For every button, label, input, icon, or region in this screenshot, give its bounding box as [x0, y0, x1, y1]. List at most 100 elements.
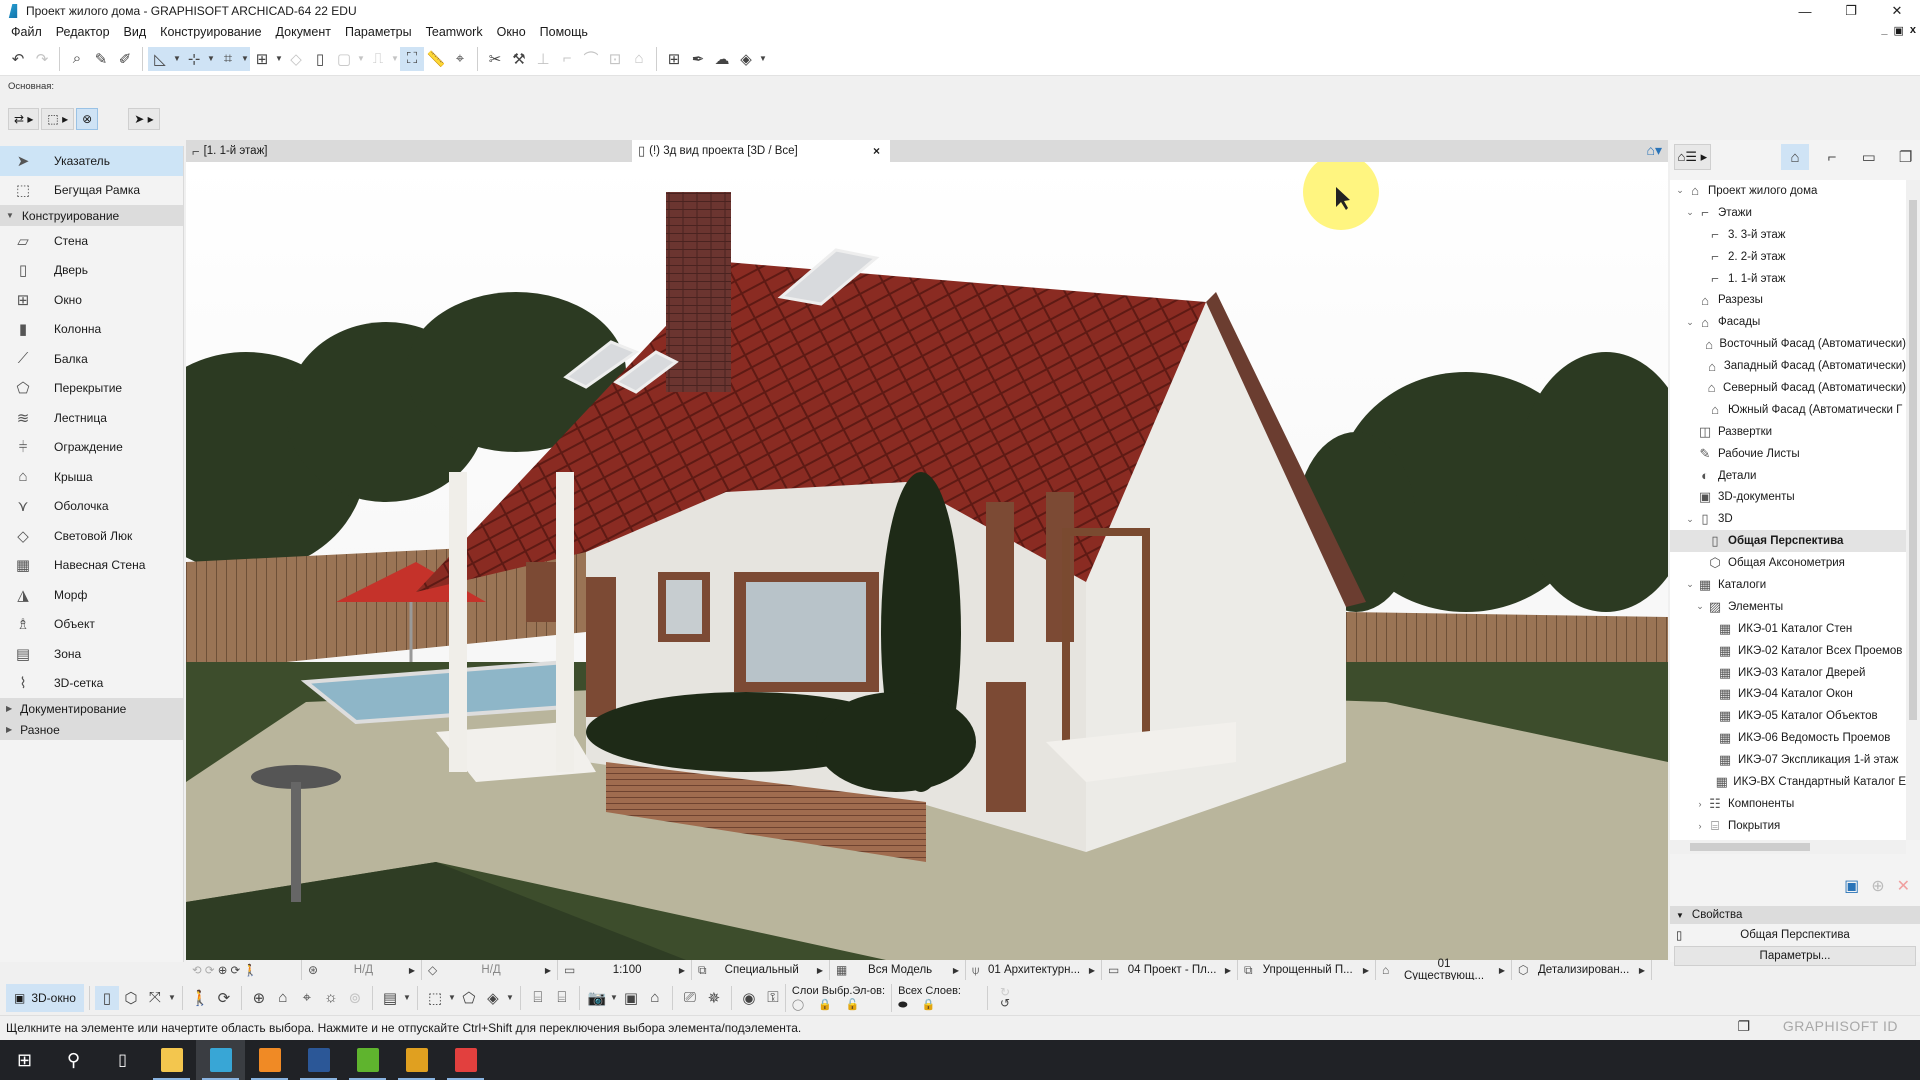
suspend-groups-icon[interactable]: ⛶	[400, 46, 424, 71]
redo-icon[interactable]: ↷	[30, 47, 54, 71]
frame-icon[interactable]: ▢	[332, 47, 356, 71]
lock-icon[interactable]: 🔓	[846, 998, 860, 1012]
3d-viewport[interactable]	[186, 162, 1668, 960]
tool-stair[interactable]: ≋ Лестница	[0, 403, 183, 433]
tool-marquee[interactable]: ⬚ Бегущая Рамка	[0, 176, 183, 206]
quick-option-zoom[interactable]: ⊛ Н/Д ▶	[302, 960, 422, 980]
tree-item[interactable]: ⌐ 3. 3-й этаж	[1670, 224, 1906, 246]
tree-item[interactable]: ⌂ Западный Фасад (Автоматически)	[1670, 355, 1906, 377]
measure-icon[interactable]: 📏	[424, 47, 448, 71]
tree-item[interactable]: ⌂ Разрезы	[1670, 289, 1906, 311]
section-design[interactable]: ▼ Конструирование	[0, 205, 183, 226]
adjust-icon[interactable]: ⚒	[507, 47, 531, 71]
walk-mode-icon[interactable]: 🚶	[188, 986, 212, 1010]
publisher-sets-icon[interactable]: ❐	[1891, 144, 1920, 170]
selection-method-button[interactable]: ⇄ ▸	[8, 108, 40, 130]
tool-morph[interactable]: ◮ Морф	[0, 580, 183, 610]
3d-navigation-icon[interactable]: ⤧	[143, 986, 167, 1010]
view-settings-icon[interactable]: ▣	[1844, 876, 1859, 896]
menu-edit[interactable]: Редактор	[49, 25, 117, 39]
3d-shading-icon[interactable]: ◈	[734, 47, 758, 71]
chevron-down-icon[interactable]: ⌄	[1684, 514, 1696, 525]
quick-option-layers[interactable]: ⧉ Специальный ▶	[692, 960, 830, 980]
publish-cloud-icon[interactable]: ☁	[710, 47, 734, 71]
chevron-right-icon[interactable]: ›	[1694, 821, 1706, 831]
marquee-method-button[interactable]: ⬚ ▸	[41, 108, 75, 130]
guide-lines-icon[interactable]: ◺	[148, 46, 172, 71]
menu-document[interactable]: Документ	[269, 25, 338, 39]
quick-option-model-view[interactable]: ▦ Вся Модель ▶	[830, 960, 966, 980]
chevron-down-icon[interactable]: ▼	[402, 986, 412, 1010]
view-map-icon[interactable]: ⌐	[1817, 144, 1846, 170]
tree-item[interactable]: ▦ ИКЭ-03 Каталог Дверей	[1670, 662, 1906, 684]
menu-design[interactable]: Конструирование	[153, 25, 268, 39]
taskbar-app-word[interactable]	[294, 1040, 343, 1080]
taskbar-app-camtasia-recorder[interactable]	[441, 1040, 490, 1080]
roof-trim-icon[interactable]: ⌂	[627, 47, 651, 71]
taskbar-app-file-explorer[interactable]	[147, 1040, 196, 1080]
find-select-icon[interactable]: ⌕	[65, 47, 89, 71]
menu-help[interactable]: Помощь	[533, 25, 595, 39]
grid-snap-icon[interactable]: ⊞	[250, 47, 274, 71]
tool-skylight[interactable]: ◇ Световой Люк	[0, 521, 183, 551]
tree-item[interactable]: ⌂ Восточный Фасад (Автоматически)	[1670, 333, 1906, 355]
eye-icon[interactable]: ◯	[792, 998, 804, 1012]
tree-item[interactable]: ◫ Развертки	[1670, 421, 1906, 443]
tree-item[interactable]: ✎ Рабочие Листы	[1670, 443, 1906, 465]
zoom-in-icon[interactable]: ⊕	[218, 963, 228, 977]
tool-shell[interactable]: ⋎ Оболочка	[0, 492, 183, 522]
minimize-button[interactable]: —	[1782, 0, 1828, 22]
render-view-icon[interactable]: ⌂	[643, 986, 667, 1010]
section-documentation[interactable]: ▶ Документирование	[0, 698, 183, 719]
walk-icon[interactable]: 🚶	[243, 963, 257, 977]
gravity-icon[interactable]: ◇	[284, 47, 308, 71]
perspective-view-icon[interactable]: ▯	[94, 985, 119, 1010]
scissors-icon[interactable]: ✂	[483, 47, 507, 71]
maximize-button[interactable]: ❐	[1828, 0, 1874, 22]
menu-teamwork[interactable]: Teamwork	[419, 25, 490, 39]
3d-window-button[interactable]: ▣ 3D-окно	[6, 983, 84, 1012]
close-tab-icon[interactable]: ×	[873, 144, 880, 158]
tool-arrow-pointer[interactable]: ➤ Указатель	[0, 146, 183, 176]
navigator-menu-button[interactable]: ⌂☰ ▸	[1674, 144, 1711, 170]
filter-3d-icon[interactable]: ⬠	[457, 986, 481, 1010]
tree-item[interactable]: ⌄ ▨ Элементы	[1670, 596, 1906, 618]
horizontal-scrollbar[interactable]	[1670, 840, 1906, 854]
tool-curtain-wall[interactable]: ▦ Навесная Стена	[0, 551, 183, 581]
tree-item[interactable]: ▦ ИКЭ-ВХ Стандартный Каталог Е	[1670, 771, 1906, 793]
menu-file[interactable]: Файл	[4, 25, 49, 39]
chevron-down-icon[interactable]: ▼	[172, 46, 182, 71]
chevron-down-icon[interactable]: ⌄	[1694, 601, 1706, 612]
vertical-scrollbar[interactable]	[1906, 180, 1920, 840]
tree-item[interactable]: › ☷ Компоненты	[1670, 793, 1906, 815]
tree-item[interactable]: › ⌸ Покрытия	[1670, 815, 1906, 837]
chevron-down-icon[interactable]: ⌄	[1684, 317, 1696, 328]
zoom-back-icon[interactable]: ⟲	[192, 963, 202, 977]
chevron-down-icon[interactable]: ▼	[505, 986, 515, 1010]
quick-option-structural[interactable]: ⬡ Детализирован... ▶	[1512, 960, 1652, 980]
orbit-mode-icon[interactable]: ⟳	[212, 986, 236, 1010]
quick-option-orientation[interactable]: ◇ Н/Д ▶	[422, 960, 558, 980]
taskbar-app-chrome[interactable]	[392, 1040, 441, 1080]
navigator-preview-icon[interactable]: ⌂▾	[1647, 142, 1662, 159]
inject-parameters-icon[interactable]: ✐	[113, 47, 137, 71]
tool-object[interactable]: ♗ Объект	[0, 610, 183, 640]
paint-brush-icon[interactable]: ⌸	[526, 986, 550, 1010]
sun-icon[interactable]: ☼	[319, 986, 343, 1010]
chevron-down-icon[interactable]: ⌄	[1684, 207, 1696, 218]
chevron-down-icon[interactable]: ▼	[356, 47, 366, 71]
delete-icon[interactable]: ✕	[1897, 876, 1910, 896]
lock-layers-icon[interactable]: ⚿	[761, 986, 785, 1010]
menu-view[interactable]: Вид	[117, 25, 154, 39]
tool-railing[interactable]: ⫩ Ограждение	[0, 433, 183, 463]
chevron-down-icon[interactable]: ▼	[758, 47, 768, 71]
section-view-icon[interactable]: ⊚	[343, 986, 367, 1010]
video-camera-icon[interactable]: ⎚	[678, 986, 702, 1010]
render-settings-icon[interactable]: ▣	[619, 986, 643, 1010]
split-icon[interactable]: ⊡	[603, 47, 627, 71]
tool-wall[interactable]: ▱ Стена	[0, 226, 183, 256]
chevron-down-icon[interactable]: ▼	[206, 46, 216, 71]
eye-icon[interactable]: ⬬	[898, 998, 907, 1012]
tree-item[interactable]: ⌂ Южный Фасад (Автоматически Г	[1670, 399, 1906, 421]
lighting-icon[interactable]: ✵	[702, 986, 726, 1010]
